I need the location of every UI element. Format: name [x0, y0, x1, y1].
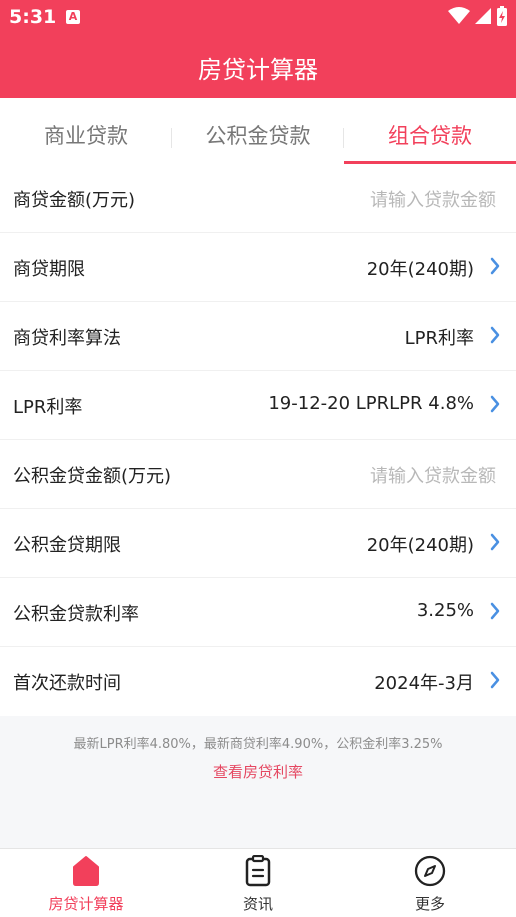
rate-info: 最新LPR利率4.80%，最新商贷利率4.90%，公积金利率3.25% 查看房贷… — [0, 733, 516, 782]
first-payment-value: 2024年-3月 — [374, 673, 474, 694]
commercial-amount-label: 商贷金额(万元) — [13, 190, 136, 211]
signal-icon — [475, 8, 491, 24]
commercial-rate-method-row[interactable]: 商贷利率算法 LPR利率 — [0, 302, 516, 371]
chevron-right-icon — [490, 602, 500, 620]
provident-term-label: 公积金贷期限 — [13, 535, 121, 556]
compass-icon — [414, 855, 446, 887]
first-payment-label: 首次还款时间 — [13, 673, 121, 694]
view-rates-link[interactable]: 查看房贷利率 — [0, 761, 516, 782]
lpr-rate-label: LPR利率 — [13, 397, 83, 418]
commercial-term-value: 20年(240期) — [366, 259, 474, 280]
tab-provident-fund-loan[interactable]: 公积金贷款 — [172, 98, 344, 164]
loan-form: 商贷金额(万元) 请输入贷款金额 商贷期限 20年(240期) 商贷利率算法 L… — [0, 164, 516, 716]
tab-commercial-loan[interactable]: 商业贷款 — [0, 98, 172, 164]
provident-amount-label: 公积金贷金额(万元) — [13, 466, 172, 487]
tab-combined-loan[interactable]: 组合贷款 — [344, 98, 516, 164]
commercial-term-row[interactable]: 商贷期限 20年(240期) — [0, 233, 516, 302]
status-icons — [448, 6, 508, 26]
first-payment-row[interactable]: 首次还款时间 2024年-3月 — [0, 647, 516, 716]
clipboard-icon — [245, 855, 271, 887]
chevron-right-icon — [490, 533, 500, 551]
chevron-right-icon — [490, 257, 500, 275]
nav-item-more[interactable]: 更多 — [344, 849, 516, 917]
status-bar: 5:31 A — [0, 0, 516, 34]
provident-term-value: 20年(240期) — [366, 535, 474, 556]
wifi-icon — [448, 7, 470, 24]
loan-type-tabs: 商业贷款 公积金贷款 组合贷款 — [0, 98, 516, 164]
nav-label-more: 更多 — [414, 895, 445, 913]
page-title: 房贷计算器 — [198, 56, 318, 84]
nav-item-calculator[interactable]: 房贷计算器 — [0, 849, 172, 917]
provident-amount-row[interactable]: 公积金贷金额(万元) 请输入贷款金额 — [0, 440, 516, 509]
chevron-right-icon — [490, 671, 500, 689]
status-time: 5:31 — [9, 6, 57, 28]
provident-rate-label: 公积金贷款利率 — [13, 604, 139, 625]
provident-rate-row[interactable]: 公积金贷款利率 3.25% — [0, 578, 516, 647]
chevron-right-icon — [490, 395, 500, 413]
app-notification-icon: A — [66, 10, 80, 24]
latest-rate-note: 最新LPR利率4.80%，最新商贷利率4.90%，公积金利率3.25% — [73, 737, 443, 752]
lpr-rate-value: 19-12-20 LPRLPR 4.8% — [268, 393, 474, 414]
bottom-nav: 房贷计算器 资讯 更多 — [0, 848, 516, 917]
home-icon — [73, 856, 99, 886]
commercial-amount-input[interactable]: 请输入贷款金额 — [370, 186, 496, 212]
commercial-rate-method-value: LPR利率 — [404, 328, 474, 349]
app-header: 5:31 A 房贷计算器 — [0, 0, 516, 98]
nav-label-news: 资讯 — [242, 895, 273, 913]
chevron-right-icon — [490, 326, 500, 344]
commercial-rate-method-label: 商贷利率算法 — [13, 328, 121, 349]
commercial-term-label: 商贷期限 — [13, 259, 85, 280]
provident-rate-value: 3.25% — [416, 600, 474, 621]
commercial-amount-row[interactable]: 商贷金额(万元) 请输入贷款金额 — [0, 164, 516, 233]
lpr-rate-row[interactable]: LPR利率 19-12-20 LPRLPR 4.8% — [0, 371, 516, 440]
provident-amount-input[interactable]: 请输入贷款金额 — [370, 462, 496, 488]
battery-icon — [497, 6, 507, 26]
nav-label-calculator: 房贷计算器 — [48, 895, 124, 913]
provident-term-row[interactable]: 公积金贷期限 20年(240期) — [0, 509, 516, 578]
nav-item-news[interactable]: 资讯 — [172, 849, 344, 917]
